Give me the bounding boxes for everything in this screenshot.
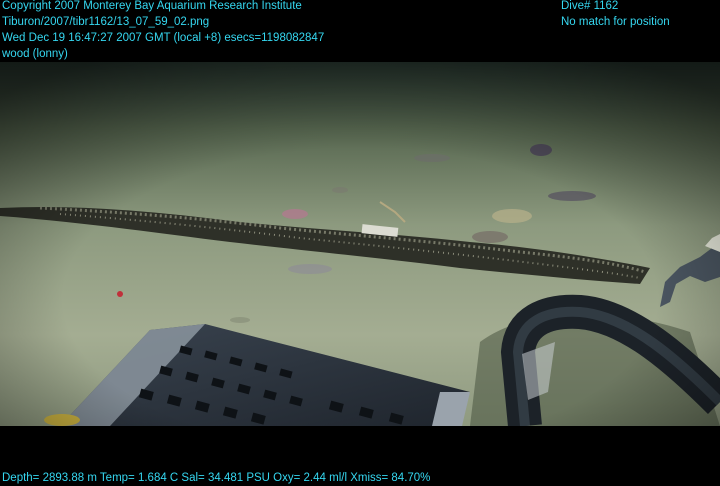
position-status-text: No match for position [561,16,670,28]
sensor-readout-text: Depth= 2893.88 m Temp= 1.684 C Sal= 34.4… [2,472,431,484]
seafloor-camera-frame [0,62,720,426]
annotation-text: wood (lonny) [2,48,68,60]
timestamp-text: Wed Dec 19 16:47:27 2007 GMT (local +8) … [2,32,325,44]
overlay-header-right: Dive# 1162 No match for position [561,0,670,30]
overlay-footer: Depth= 2893.88 m Temp= 1.684 C Sal= 34.4… [2,470,430,486]
file-path-text: Tiburon/2007/tibr1162/13_07_59_02.png [2,16,210,28]
dive-number-text: Dive# 1162 [561,0,619,12]
overlay-header-left: Copyright 2007 Monterey Bay Aquarium Res… [2,0,324,62]
copyright-text: Copyright 2007 Monterey Bay Aquarium Res… [2,0,302,12]
